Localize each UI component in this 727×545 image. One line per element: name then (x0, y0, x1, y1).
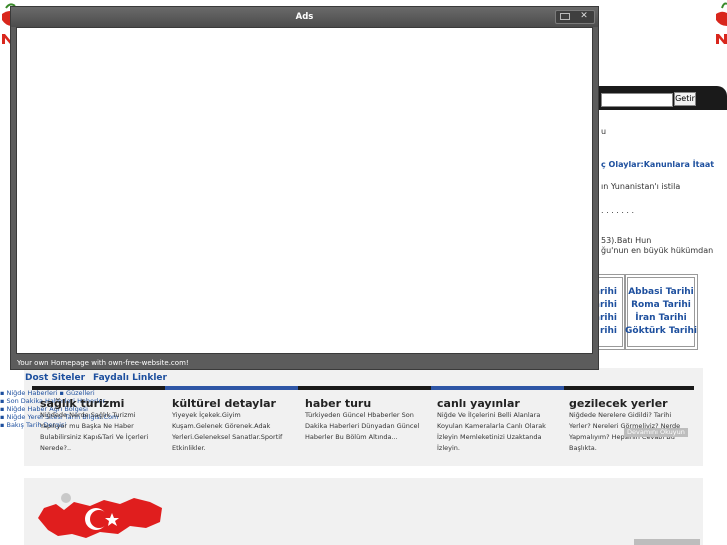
read-more-button[interactable]: Devamını Okuyun (624, 428, 688, 437)
column-text: Niğdede Nerde Sağlık Turizmi Yapılıyor m… (40, 411, 149, 452)
column-title[interactable]: haber turu (305, 397, 371, 410)
dost-siteler-title[interactable]: Dost Siteler (25, 373, 85, 383)
sidebar-snippet-link[interactable]: ç Olaylar:Kanunlara İtaat (601, 160, 714, 170)
sidebar-snippet: u (601, 127, 607, 136)
close-icon[interactable]: ✕ (578, 10, 590, 22)
sidebar-snippet: ğu'nun en büyük hükümdan (601, 246, 714, 255)
minimize-icon[interactable] (560, 13, 570, 20)
turkey-map-icon (38, 493, 162, 538)
window-controls: ✕ (555, 10, 595, 24)
ads-window-title: Ads (295, 12, 314, 22)
list-item[interactable]: ▪ Niğde Haberleri ▪ Güzelleri (0, 389, 118, 397)
category-link[interactable]: İran Tarihi (625, 312, 697, 324)
column-title[interactable]: kültürel detaylar (172, 397, 276, 410)
category-link[interactable]: Abbasi Tarihi (625, 286, 697, 298)
section-bar (431, 386, 564, 390)
ads-window: Ads ✕ Your own Homepage with own-free-we… (10, 6, 599, 370)
apple-logo-icon (716, 2, 727, 44)
faydali-linkler-title[interactable]: Faydalı Linkler (93, 373, 167, 383)
column-title[interactable]: canlı yayınlar (437, 397, 520, 410)
section-bar (165, 386, 298, 390)
column-text: Niğde Ve İlçelerini Belli Alanlara Koyul… (437, 411, 546, 452)
sidebar-snippet: 53).Batı Hun (601, 236, 652, 245)
category-box-right: Abbasi Tarihi Roma Tarihi İran Tarihi Gö… (624, 274, 698, 350)
category-link[interactable]: Roma Tarihi (625, 299, 697, 311)
sidebar-snippet: ın Yunanistan'ı istila (601, 182, 681, 191)
sidebar-snippet: . . . . . . . (601, 206, 635, 215)
search-button[interactable]: Getir (674, 92, 696, 106)
column-title[interactable]: gezilecek yerler (569, 397, 668, 410)
ads-footer-link[interactable]: Your own Homepage with own-free-website.… (17, 357, 592, 369)
category-link[interactable]: Göktürk Tarihi (625, 325, 697, 337)
column-text: Türkiyeden Güncel Hbaberler Son Dakika H… (305, 411, 420, 441)
ads-content-area[interactable] (16, 27, 593, 354)
section-bar (564, 386, 694, 390)
column-text: Yiyeyek İçekek.Giyim Kuşam.Gelenek Gören… (172, 411, 283, 452)
section-bar (298, 386, 431, 390)
category-link[interactable]: rihi (600, 325, 617, 337)
search-input[interactable] (601, 93, 673, 107)
bottom-button[interactable] (634, 539, 700, 545)
column-title[interactable]: sağlık turizmi (40, 397, 124, 410)
